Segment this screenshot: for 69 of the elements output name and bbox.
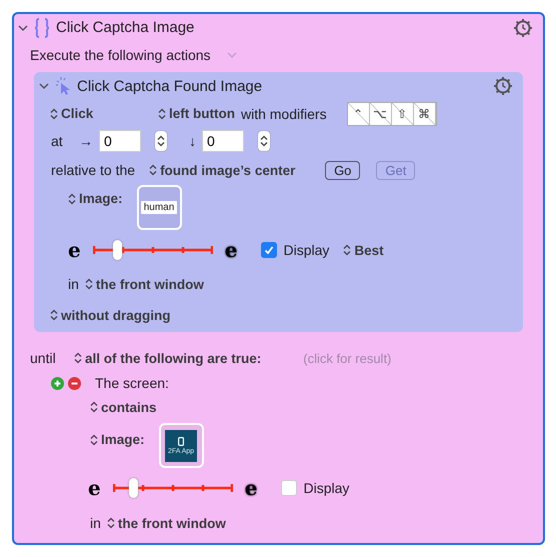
screen-label: The screen: — [95, 375, 169, 391]
display-checkbox[interactable] — [261, 242, 278, 258]
condition-popup[interactable]: all of the following are true: — [74, 350, 262, 366]
gear-clock-icon[interactable] — [513, 18, 533, 38]
in-label: in — [90, 515, 101, 531]
y-field[interactable]: 0 — [202, 130, 244, 152]
modifier-key[interactable]: ⌃ — [348, 102, 370, 124]
stepper[interactable] — [258, 131, 270, 151]
up-down-icon — [68, 192, 76, 204]
slider-thumb[interactable] — [129, 478, 138, 498]
checkmark-icon — [264, 245, 274, 255]
button-popup[interactable]: left button — [158, 106, 235, 121]
up-down-icon — [343, 244, 352, 256]
in-label: in — [68, 276, 79, 292]
fuzz-slider[interactable] — [112, 481, 233, 495]
image-popup[interactable]: Image: — [90, 432, 145, 447]
low-fuzz-icon: e — [68, 238, 81, 262]
drag-popup[interactable]: without dragging — [50, 308, 170, 322]
modifier-key[interactable]: ⌘ — [414, 102, 436, 124]
add-icon[interactable] — [51, 376, 64, 390]
image-well[interactable]: human — [136, 185, 182, 230]
click-cursor-icon — [55, 76, 71, 96]
high-fuzz-icon: e — [244, 476, 258, 500]
action-title: Click Captcha Found Image — [77, 78, 262, 94]
phone-icon — [178, 436, 184, 446]
up-down-icon — [84, 278, 93, 290]
up-down-icon — [90, 401, 98, 413]
up-down-icon — [260, 135, 268, 147]
modifier-key[interactable]: ⇧ — [392, 102, 414, 124]
display-checkbox[interactable] — [281, 480, 298, 496]
up-down-icon — [149, 164, 158, 176]
stepper[interactable] — [155, 131, 167, 151]
quality-popup[interactable]: Best — [343, 242, 384, 258]
y-arrow: ↓ — [189, 133, 196, 149]
collapse-chevron-icon[interactable] — [39, 82, 49, 90]
display-label: Display — [283, 242, 330, 258]
up-down-icon — [157, 135, 165, 147]
up-down-icon — [50, 108, 58, 120]
image-popup[interactable]: Image: — [68, 191, 123, 206]
slider-thumb[interactable] — [112, 240, 122, 260]
image-word: human — [140, 201, 178, 214]
fuzz-slider[interactable] — [92, 243, 213, 257]
up-down-icon — [50, 309, 58, 321]
low-fuzz-icon: e — [88, 476, 101, 500]
contains-popup[interactable]: contains — [90, 400, 157, 414]
relative-label: relative to the — [51, 162, 136, 178]
until-label: until — [30, 350, 57, 366]
x-field[interactable]: 0 — [99, 130, 141, 152]
anchor-popup[interactable]: found image’s center — [149, 162, 310, 178]
window-popup[interactable]: the front window — [84, 276, 204, 292]
at-label: at — [51, 133, 64, 149]
up-down-icon — [106, 517, 115, 529]
click-popup[interactable]: Click — [50, 106, 138, 121]
up-down-icon — [158, 108, 166, 120]
braces-icon — [34, 18, 50, 38]
gear-clock-icon[interactable] — [493, 76, 513, 96]
remove-icon[interactable] — [68, 376, 81, 390]
modifier-key[interactable]: ⌥ — [370, 102, 392, 124]
display-label: Display — [303, 480, 350, 496]
up-down-icon — [74, 352, 82, 364]
modifiers-label: with modifiers — [240, 106, 327, 122]
actions-label: Execute the following actions — [30, 46, 211, 62]
x-arrow: → — [79, 133, 93, 149]
up-down-icon — [90, 434, 98, 446]
collapse-chevron-icon[interactable] — [18, 24, 28, 32]
window-popup[interactable]: the front window — [106, 516, 226, 530]
macro-title: Click Captcha Image — [56, 19, 194, 36]
high-fuzz-icon: e — [224, 238, 238, 262]
action-button[interactable]: Go — [325, 160, 360, 180]
